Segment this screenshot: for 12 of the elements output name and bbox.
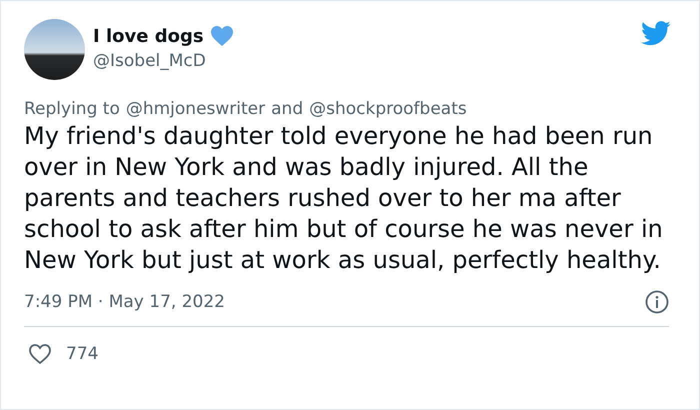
tweet-text: My friend's daughter told everyone he had been run over in New York and was badly injured. All the parents and teachers rushed over to her ma after school to ask after him but of course he was never in New York but just at work as usual, perfectly healthy. [24,121,664,276]
heart-outline-icon[interactable] [28,343,52,365]
mention-link[interactable]: @hmjoneswriter [126,99,266,119]
replying-to-label: Replying to [24,99,120,119]
mention-link[interactable]: @shockproofbeats [309,99,467,119]
author-handle: @Isobel_McD [93,51,207,71]
bird-logo-icon [641,21,671,46]
like-count: 774 [66,344,98,364]
conjunction-text: and [271,99,304,119]
author-name: I love dogs [93,26,204,46]
info-icon[interactable] [645,290,669,314]
timestamp: 7:49 PM · May 17, 2022 [24,292,225,312]
